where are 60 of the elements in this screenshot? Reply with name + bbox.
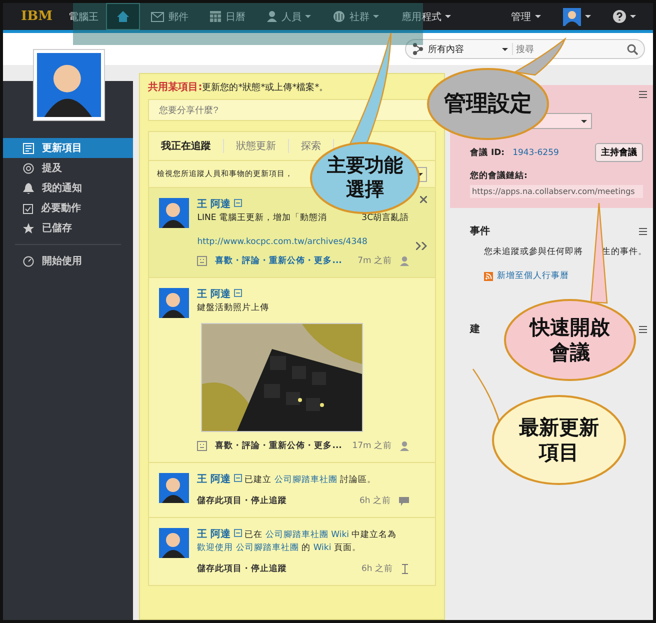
nav-tab[interactable]: 社群	[322, 3, 390, 30]
post-actions[interactable]: 儲存此項目・停止追蹤	[197, 563, 354, 575]
meeting-id-label: 會議 ID:	[470, 146, 505, 158]
search-field[interactable]: 所有內容 搜尋	[405, 39, 645, 59]
author-link[interactable]: 王 阿達	[197, 529, 231, 540]
post-actions[interactable]: 儲存此項目・停止追蹤	[197, 495, 352, 507]
post-text: 的	[300, 543, 312, 553]
post-time: 6h 之前	[360, 495, 391, 507]
share-prompt: 共用某項目:更新您的*狀態*或上傳*檔案*。	[148, 80, 330, 94]
post-text: 中建立名為	[352, 530, 397, 540]
sidebar-item[interactable]: 更新項目	[3, 138, 134, 158]
post-text: 頁面。	[332, 543, 361, 553]
sidebar-item[interactable]: 必要動作	[3, 198, 134, 218]
callout-text: 最新更新項目	[518, 415, 600, 465]
sidebar-item[interactable]: 提及	[3, 158, 134, 178]
author-link[interactable]: 王 阿達	[197, 289, 231, 300]
host-meeting-button[interactable]: 主持會議	[595, 143, 643, 162]
post-text: 鍵盤活動照片上傳	[197, 302, 270, 315]
post-time: 7m 之前	[358, 255, 392, 267]
post-text: LINE 電腦王更新，增加「動態消	[197, 212, 327, 225]
post-time: 6h 之前	[362, 563, 393, 575]
suggestions-title: 建	[470, 322, 480, 336]
post-link[interactable]: 歡迎使用 公司腳踏車社團	[197, 543, 299, 553]
post-link[interactable]: 公司腳踏車社團	[265, 530, 328, 540]
events-message: 您未追蹤或參與任何即將	[484, 246, 582, 258]
nav-tab[interactable]: 人員	[256, 3, 322, 30]
nav-tab[interactable]: 日曆	[199, 3, 256, 30]
nav-tab[interactable]: 郵件	[140, 3, 200, 30]
scope-dropdown[interactable]: 所有內容	[428, 42, 498, 56]
post-actions[interactable]: 喜歡・評論・重新公佈・更多...	[215, 440, 344, 452]
stream-tab[interactable]: 狀態更新	[224, 139, 290, 153]
meeting-link-field[interactable]: https://apps.na.collabserv.com/meetings	[470, 185, 643, 198]
author-link[interactable]: 王 阿達	[197, 199, 231, 210]
sidebar-item[interactable]: 開始使用	[3, 251, 134, 271]
meeting-link-label: 您的會議鏈結:	[470, 170, 528, 182]
sidebar-item[interactable]: 已儲存	[3, 218, 134, 238]
meeting-id: 1943-6259	[512, 148, 560, 158]
post-text: 已在	[244, 530, 264, 540]
post-text: 已建立	[244, 475, 273, 485]
brand-logo[interactable]: IBM	[21, 9, 52, 24]
post-time: 17m 之前	[352, 440, 392, 452]
callout-text: 管理設定	[443, 90, 533, 118]
add-calendar-link[interactable]: 新增至個人行事曆	[484, 270, 647, 282]
events-title: 事件	[470, 224, 490, 238]
admin-menu[interactable]: 管理	[500, 3, 552, 30]
post-link[interactable]: http://www.kocpc.com.tw/archives/4348	[197, 237, 409, 247]
share-input[interactable]: 您要分享什麼?	[148, 99, 436, 121]
post-link[interactable]: 公司腳踏車社團	[274, 475, 338, 485]
callout-text: 快速開啟會議	[528, 315, 611, 365]
post-link[interactable]: Wiki	[313, 543, 332, 553]
callout-text: 主要功能選擇	[326, 154, 404, 202]
post-text: 討論區。	[339, 475, 376, 485]
org-name: 電腦王	[68, 10, 98, 24]
stream-tab[interactable]: 我正在追蹤	[161, 139, 224, 153]
author-link[interactable]: 王 阿達	[197, 474, 231, 485]
sidebar-item[interactable]: 我的通知	[3, 178, 134, 198]
post-text: 3C胡言亂語	[362, 212, 409, 225]
nav-tab[interactable]: 應用程式	[390, 3, 462, 30]
post-link[interactable]: Wiki	[328, 530, 352, 540]
post-actions[interactable]: 喜歡・評論・重新公佈・更多...	[215, 255, 350, 267]
